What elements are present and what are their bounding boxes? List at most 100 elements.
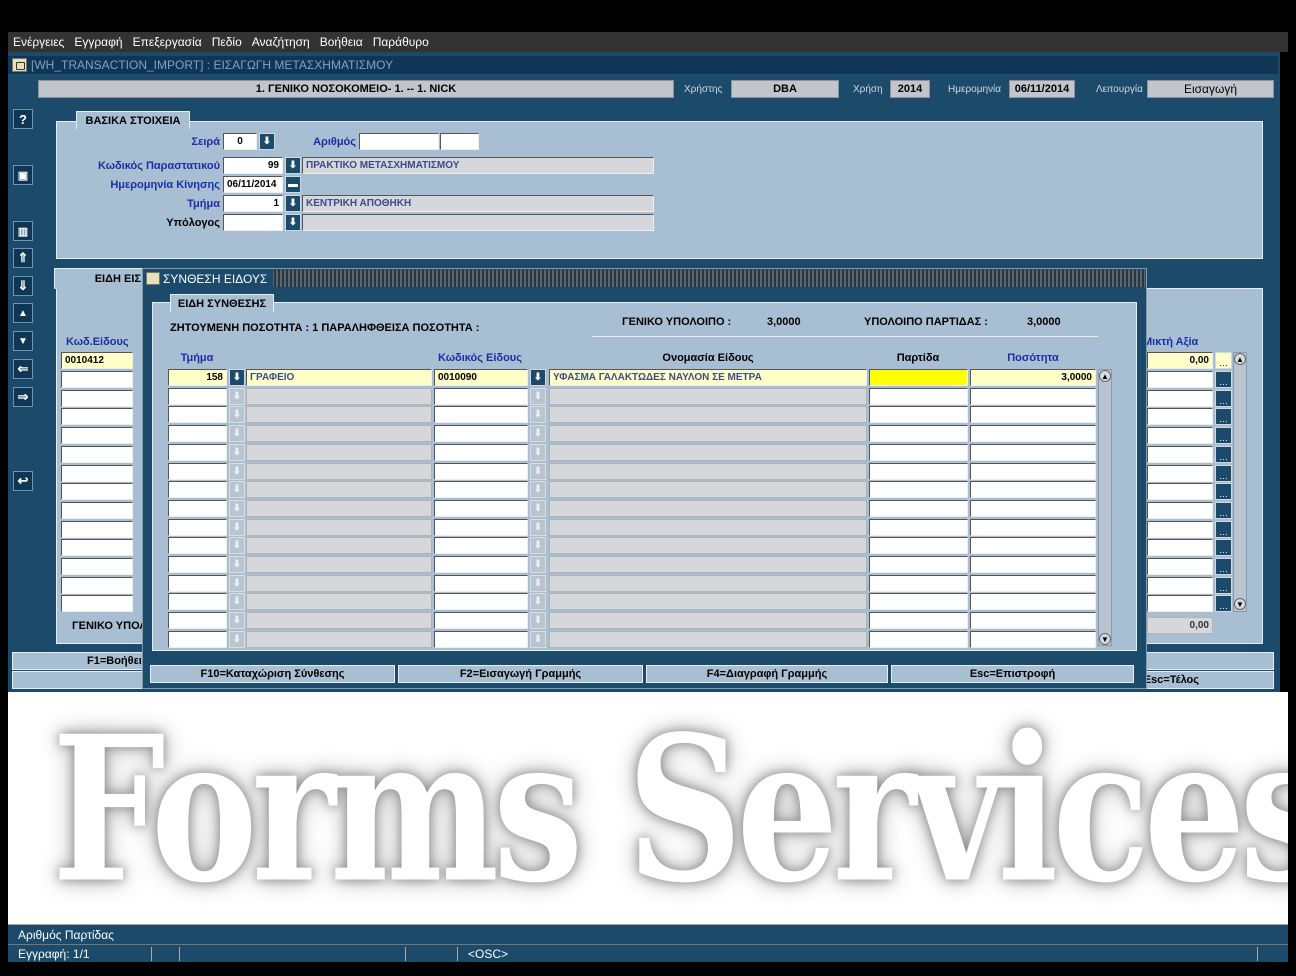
qty-field[interactable] [970, 556, 1096, 573]
item-details-button[interactable]: … [1215, 427, 1232, 445]
qty-field[interactable] [970, 574, 1096, 592]
dept-lov-icon[interactable]: ⬇ [229, 518, 245, 536]
code-lov-icon[interactable]: ⬇ [530, 406, 546, 424]
series-field[interactable]: 0 [223, 133, 257, 150]
gross-value-field[interactable] [1147, 539, 1213, 557]
dept-lov-icon[interactable]: ⬇ [229, 499, 245, 517]
number-suffix-field[interactable] [440, 133, 479, 150]
composition-scrollbar[interactable] [1098, 369, 1112, 646]
code-field[interactable] [434, 537, 528, 555]
qty-field[interactable] [970, 537, 1096, 555]
dept-field[interactable] [168, 499, 227, 517]
code-lov-icon[interactable]: ⬇ [530, 387, 546, 405]
code-field[interactable] [434, 425, 528, 443]
code-field[interactable] [434, 406, 528, 424]
row1-dept-lov-icon[interactable]: ⬇ [229, 369, 245, 386]
dept-lov-icon[interactable]: ⬇ [229, 462, 245, 480]
item-code-field[interactable] [61, 576, 133, 594]
code-field[interactable] [434, 593, 528, 611]
item-code-field[interactable] [61, 427, 133, 445]
menu-help[interactable]: Βοήθεια [320, 35, 363, 49]
item-details-button[interactable]: … [1215, 539, 1232, 557]
dept-field[interactable] [168, 425, 227, 443]
code-lov-icon[interactable]: ⬇ [530, 518, 546, 536]
item-code-field[interactable]: 0010412 [61, 352, 133, 369]
batch-field[interactable] [869, 443, 968, 461]
scroll-down-icon[interactable]: ▼ [1234, 598, 1246, 610]
qty-field[interactable] [970, 630, 1096, 648]
item-code-field[interactable] [61, 389, 133, 407]
dept-lov-icon[interactable]: ⬇ [229, 406, 245, 424]
batch-field[interactable] [869, 481, 968, 499]
code-lov-icon[interactable]: ⬇ [530, 537, 546, 555]
menu-search[interactable]: Αναζήτηση [252, 35, 310, 49]
accountable-field[interactable] [223, 214, 283, 231]
qty-field[interactable] [970, 518, 1096, 536]
item-details-button[interactable]: … [1215, 483, 1232, 501]
row1-code-lov-icon[interactable]: ⬇ [530, 369, 546, 386]
code-field[interactable] [434, 481, 528, 499]
dept-field[interactable] [168, 612, 227, 630]
menu-edit[interactable]: Επεξεργασία [133, 35, 202, 49]
row1-dept-field[interactable]: 158 [168, 369, 227, 386]
gross-value-field[interactable] [1147, 483, 1213, 501]
dialog-scroll-down-icon[interactable]: ▼ [1099, 633, 1111, 645]
dialog-scroll-up-icon[interactable]: ▲ [1099, 370, 1111, 382]
series-lov-icon[interactable]: ⬇ [259, 133, 275, 150]
dept-lov-icon[interactable]: ⬇ [229, 612, 245, 630]
dept-lov-icon[interactable]: ⬇ [229, 481, 245, 499]
esc-return-button[interactable]: Esc=Επιστροφή [891, 665, 1134, 683]
code-lov-icon[interactable]: ⬇ [530, 443, 546, 461]
code-lov-icon[interactable]: ⬇ [530, 574, 546, 592]
code-lov-icon[interactable]: ⬇ [530, 593, 546, 611]
dept-field[interactable] [168, 406, 227, 424]
qty-field[interactable] [970, 499, 1096, 517]
code-field[interactable] [434, 612, 528, 630]
dept-lov-icon[interactable]: ⬇ [229, 574, 245, 592]
qty-field[interactable] [970, 593, 1096, 611]
dept-lov-icon[interactable]: ⬇ [285, 195, 301, 212]
number-field[interactable] [359, 133, 439, 150]
batch-field[interactable] [869, 537, 968, 555]
code-field[interactable] [434, 630, 528, 648]
gross-value-field[interactable] [1147, 595, 1213, 613]
row1-qty-field[interactable]: 3,0000 [970, 369, 1096, 386]
item-code-field[interactable] [61, 483, 133, 501]
dept-field[interactable] [168, 462, 227, 480]
gross-value-field[interactable] [1147, 445, 1213, 463]
batch-field[interactable] [869, 462, 968, 480]
code-field[interactable] [434, 499, 528, 517]
help-icon[interactable]: ? [13, 109, 33, 129]
item-code-field[interactable] [61, 464, 133, 482]
batch-field[interactable] [869, 593, 968, 611]
code-lov-icon[interactable]: ⬇ [530, 556, 546, 573]
f10-save-composition-button[interactable]: F10=Καταχώριση Σύνθεσης [150, 665, 395, 683]
batch-field[interactable] [869, 630, 968, 648]
code-field[interactable] [434, 574, 528, 592]
item-details-button[interactable]: … [1215, 501, 1232, 519]
item-details-button[interactable]: … [1215, 576, 1232, 594]
code-field[interactable] [434, 443, 528, 461]
qty-field[interactable] [970, 612, 1096, 630]
code-field[interactable] [434, 387, 528, 405]
next-record-icon[interactable]: ⇒ [13, 387, 33, 407]
item-details-button[interactable]: … [1215, 520, 1232, 538]
code-lov-icon[interactable]: ⬇ [530, 499, 546, 517]
code-lov-icon[interactable]: ⬇ [530, 481, 546, 499]
code-lov-icon[interactable]: ⬇ [530, 630, 546, 648]
gross-value-field[interactable] [1147, 558, 1213, 575]
batch-field[interactable] [869, 574, 968, 592]
tab-basic-info[interactable]: ΒΑΣΙΚΑ ΣΤΟΙΧΕΙΑ [76, 111, 190, 129]
save-icon[interactable]: ▣ [13, 165, 33, 185]
dept-field[interactable] [168, 443, 227, 461]
item-details-button[interactable]: … [1215, 371, 1232, 388]
move-date-field[interactable]: 06/11/2014 [223, 176, 283, 193]
tab-composition-items[interactable]: ΕΙΔΗ ΣΥΝΘΕΣΗΣ [170, 294, 274, 312]
item-code-field[interactable] [61, 520, 133, 538]
gross-value-field[interactable]: 0,00 [1147, 352, 1213, 369]
code-lov-icon[interactable]: ⬇ [530, 425, 546, 443]
dept-lov-icon[interactable]: ⬇ [229, 630, 245, 648]
dept-lov-icon[interactable]: ⬇ [229, 387, 245, 405]
item-code-field[interactable] [61, 371, 133, 388]
accountable-lov-icon[interactable]: ⬇ [285, 214, 301, 231]
